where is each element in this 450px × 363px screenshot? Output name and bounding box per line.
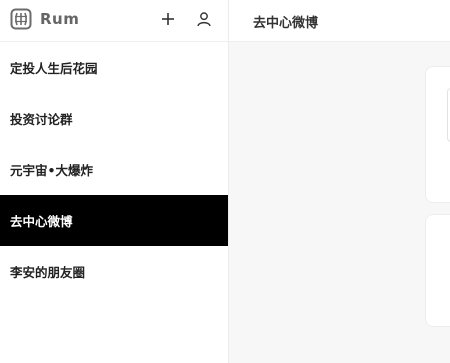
sidebar-item-label: 投资讨论群	[10, 112, 73, 127]
main-panel: 去中心微博	[229, 0, 450, 363]
app-name: Rum	[40, 10, 80, 28]
sidebar-item-group-active[interactable]: 去中心微博	[0, 195, 228, 246]
add-group-button[interactable]	[156, 8, 180, 30]
page-title: 去中心微博	[253, 16, 319, 31]
rum-barrel-logo-icon	[10, 8, 32, 30]
sidebar-item-group[interactable]: 投资讨论群	[0, 93, 228, 144]
post-card[interactable]	[425, 214, 450, 327]
post-card[interactable]	[425, 66, 450, 203]
user-menu-button[interactable]	[192, 8, 216, 30]
sidebar-item-group[interactable]: 元宇宙•大爆炸	[0, 144, 228, 195]
sidebar-header: Rum	[0, 0, 229, 42]
brand: Rum	[10, 8, 79, 30]
sidebar-item-label: 定投人生后花园	[10, 61, 98, 76]
plus-icon	[162, 13, 174, 25]
main-header: 去中心微博	[229, 0, 450, 42]
sidebar-item-label: 去中心微博	[10, 214, 73, 229]
user-icon	[197, 12, 211, 27]
sidebar-item-label: 李安的朋友圈	[10, 265, 86, 280]
sidebar-item-group[interactable]: 定投人生后花园	[0, 42, 228, 93]
app-window: Rum 定投人生后花园 投资讨论群 元宇宙•大爆炸 去中心微博 李安的朋友圈 去…	[0, 0, 450, 363]
sidebar: Rum 定投人生后花园 投资讨论群 元宇宙•大爆炸 去中心微博 李安的朋友圈	[0, 0, 229, 363]
sidebar-item-group[interactable]: 李安的朋友圈	[0, 246, 228, 297]
sidebar-item-label: 元宇宙•大爆炸	[10, 163, 93, 178]
group-list: 定投人生后花园 投资讨论群 元宇宙•大爆炸 去中心微博 李安的朋友圈	[0, 42, 228, 297]
